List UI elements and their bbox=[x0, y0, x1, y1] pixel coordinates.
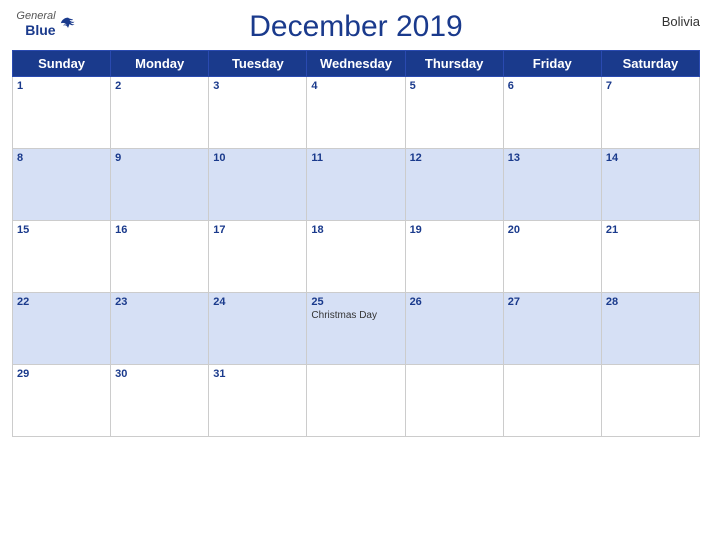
calendar-cell: 17 bbox=[209, 221, 307, 293]
calendar-cell: 28 bbox=[601, 293, 699, 365]
day-number: 17 bbox=[213, 224, 302, 236]
day-number: 18 bbox=[311, 224, 400, 236]
day-number: 8 bbox=[17, 152, 106, 164]
calendar-cell: 22 bbox=[13, 293, 111, 365]
calendar-cell bbox=[405, 365, 503, 437]
calendar-cell: 2 bbox=[111, 77, 209, 149]
day-number: 5 bbox=[410, 80, 499, 92]
calendar-cell: 4 bbox=[307, 77, 405, 149]
calendar-cell: 13 bbox=[503, 149, 601, 221]
day-number: 15 bbox=[17, 224, 106, 236]
day-number: 16 bbox=[115, 224, 204, 236]
day-number: 21 bbox=[606, 224, 695, 236]
calendar-cell: 20 bbox=[503, 221, 601, 293]
day-number: 25 bbox=[311, 296, 400, 308]
day-number: 14 bbox=[606, 152, 695, 164]
day-number: 1 bbox=[17, 80, 106, 92]
calendar-cell: 12 bbox=[405, 149, 503, 221]
logo: General Blue bbox=[12, 10, 82, 38]
week-row-1: 1234567 bbox=[13, 77, 700, 149]
day-number: 26 bbox=[410, 296, 499, 308]
calendar-cell: 30 bbox=[111, 365, 209, 437]
calendar-cell: 21 bbox=[601, 221, 699, 293]
calendar-cell: 5 bbox=[405, 77, 503, 149]
calendar-cell: 3 bbox=[209, 77, 307, 149]
day-number: 7 bbox=[606, 80, 695, 92]
calendar-table: Sunday Monday Tuesday Wednesday Thursday… bbox=[12, 50, 700, 437]
header-friday: Friday bbox=[503, 51, 601, 77]
calendar-cell: 1 bbox=[13, 77, 111, 149]
day-number: 31 bbox=[213, 368, 302, 380]
logo-general-text: General bbox=[16, 10, 55, 22]
calendar-cell: 26 bbox=[405, 293, 503, 365]
calendar-cell bbox=[601, 365, 699, 437]
calendar-cell: 31 bbox=[209, 365, 307, 437]
day-number: 22 bbox=[17, 296, 106, 308]
calendar-cell: 7 bbox=[601, 77, 699, 149]
calendar-cell: 16 bbox=[111, 221, 209, 293]
header-monday: Monday bbox=[111, 51, 209, 77]
calendar-cell: 10 bbox=[209, 149, 307, 221]
calendar-cell: 24 bbox=[209, 293, 307, 365]
day-number: 29 bbox=[17, 368, 106, 380]
week-row-5: 29 30 31 bbox=[13, 365, 700, 437]
calendar-cell bbox=[307, 365, 405, 437]
day-number: 28 bbox=[606, 296, 695, 308]
day-number: 24 bbox=[213, 296, 302, 308]
day-number: 3 bbox=[213, 80, 302, 92]
day-number: 2 bbox=[115, 80, 204, 92]
day-number: 4 bbox=[311, 80, 400, 92]
calendar-cell: 6 bbox=[503, 77, 601, 149]
calendar-cell: 8 bbox=[13, 149, 111, 221]
header-sunday: Sunday bbox=[13, 51, 111, 77]
calendar-cell: 18 bbox=[307, 221, 405, 293]
calendar-cell: 27 bbox=[503, 293, 601, 365]
day-number: 20 bbox=[508, 224, 597, 236]
calendar-cell: 9 bbox=[111, 149, 209, 221]
header-saturday: Saturday bbox=[601, 51, 699, 77]
calendar-cell: 14 bbox=[601, 149, 699, 221]
day-number: 11 bbox=[311, 152, 400, 164]
day-number: 23 bbox=[115, 296, 204, 308]
day-number: 30 bbox=[115, 368, 204, 380]
day-number: 6 bbox=[508, 80, 597, 92]
day-number: 9 bbox=[115, 152, 204, 164]
day-number: 19 bbox=[410, 224, 499, 236]
header-thursday: Thursday bbox=[405, 51, 503, 77]
day-number: 27 bbox=[508, 296, 597, 308]
calendar-cell bbox=[503, 365, 601, 437]
day-event: Christmas Day bbox=[311, 310, 400, 321]
header-tuesday: Tuesday bbox=[209, 51, 307, 77]
calendar-cell: 23 bbox=[111, 293, 209, 365]
header-wednesday: Wednesday bbox=[307, 51, 405, 77]
calendar-cell: 19 bbox=[405, 221, 503, 293]
week-row-3: 15 16 17 18 19 20 21 bbox=[13, 221, 700, 293]
calendar-cell: 29 bbox=[13, 365, 111, 437]
week-row-2: 89 10 11 12 13 14 bbox=[13, 149, 700, 221]
country-label: Bolivia bbox=[662, 14, 700, 29]
logo-bird-icon bbox=[58, 16, 78, 32]
calendar-cell: 15 bbox=[13, 221, 111, 293]
logo-blue-text: Blue bbox=[25, 22, 55, 38]
day-number: 10 bbox=[213, 152, 302, 164]
calendar-container: General Blue December 2019 Bolivia Sunda… bbox=[0, 0, 712, 550]
weekday-header-row: Sunday Monday Tuesday Wednesday Thursday… bbox=[13, 51, 700, 77]
calendar-cell: 11 bbox=[307, 149, 405, 221]
month-title: December 2019 bbox=[249, 10, 462, 44]
day-number: 13 bbox=[508, 152, 597, 164]
calendar-cell: 25 Christmas Day bbox=[307, 293, 405, 365]
week-row-4: 22 23 24 25 Christmas Day 26 27 28 bbox=[13, 293, 700, 365]
calendar-header: General Blue December 2019 Bolivia bbox=[12, 10, 700, 44]
day-number: 12 bbox=[410, 152, 499, 164]
